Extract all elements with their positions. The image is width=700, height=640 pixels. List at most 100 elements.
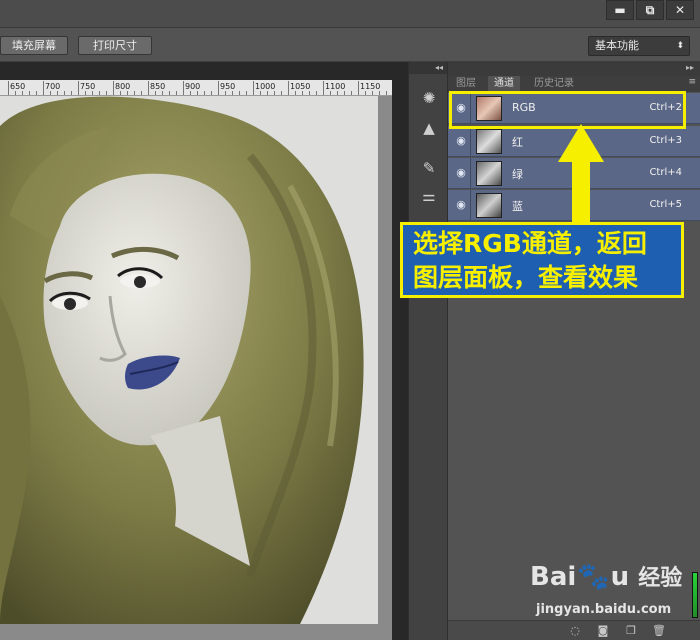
document-area: 650 700 750 800 850 900 950 1000 1050 1100 1150: [0, 62, 408, 640]
ruler-minor-tick: [29, 91, 30, 95]
brush-presets-icon[interactable]: ✎: [417, 156, 441, 180]
ruler-major-tick: [358, 81, 359, 95]
ruler-minor-tick: [106, 91, 107, 95]
ruler-major-tick: [8, 81, 9, 95]
baidu-jingyan-watermark: Bai🐾u 经验 jingyan.baidu.com: [530, 560, 683, 626]
options-bar: 填充屏幕 打印尺寸 基本功能 ⬍: [0, 28, 700, 62]
panel-scrollbar[interactable]: [692, 572, 698, 618]
channel-thumbnail-blue: [476, 193, 502, 218]
ruler-minor-tick: [134, 91, 135, 95]
visibility-eye-icon[interactable]: ◉: [454, 134, 468, 148]
divider: [470, 190, 471, 221]
collapse-icon[interactable]: ▸▸: [686, 63, 694, 72]
navigator-icon[interactable]: ✺: [417, 86, 441, 110]
histogram-icon[interactable]: ▲: [417, 116, 441, 140]
tab-channels[interactable]: 通道: [488, 76, 520, 92]
adjustments-icon[interactable]: ⚌: [417, 184, 441, 208]
channel-name: 蓝: [512, 200, 523, 213]
watermark-url: jingyan.baidu.com: [536, 602, 672, 617]
ruler-minor-tick: [372, 91, 373, 95]
scrollbar-thumb[interactable]: [693, 573, 697, 617]
ruler-minor-tick: [246, 91, 247, 95]
ruler-label: 1050: [290, 82, 311, 91]
ruler-minor-tick: [15, 91, 16, 95]
minimize-button[interactable]: ▬: [606, 0, 634, 20]
panel-tabs: 图层 通道 历史记录 ≡: [448, 76, 700, 92]
ruler-minor-tick: [337, 91, 338, 95]
ruler-major-tick: [43, 81, 44, 95]
ruler-minor-tick: [316, 91, 317, 95]
paw-icon: 🐾: [577, 562, 610, 592]
ruler-label: 1100: [325, 82, 346, 91]
ruler-minor-tick: [365, 91, 366, 95]
ruler-minor-tick: [92, 91, 93, 95]
ruler-minor-tick: [274, 91, 275, 95]
strip-collapse[interactable]: ◂◂: [409, 62, 447, 74]
close-button[interactable]: ✕: [666, 0, 694, 20]
ruler-label: 900: [185, 82, 201, 91]
ruler-minor-tick: [379, 91, 380, 95]
restore-button[interactable]: ⧉: [636, 0, 664, 20]
ruler-major-tick: [288, 81, 289, 95]
horizontal-ruler: 650 700 750 800 850 900 950 1000 1050 1100 1150: [0, 80, 392, 96]
print-size-button[interactable]: 打印尺寸: [78, 36, 152, 55]
load-selection-icon[interactable]: ◌: [568, 624, 582, 638]
trash-icon[interactable]: 🗑: [652, 624, 666, 638]
save-selection-icon[interactable]: ◙: [596, 624, 610, 638]
ruler-major-tick: [253, 81, 254, 95]
new-channel-icon[interactable]: ❐: [624, 624, 638, 638]
ruler-minor-tick: [386, 91, 387, 95]
ruler-label: 1000: [255, 82, 276, 91]
channel-shortcut: Ctrl+4: [649, 167, 682, 178]
ruler-minor-tick: [71, 91, 72, 95]
ruler-minor-tick: [302, 91, 303, 95]
workspace-select[interactable]: 基本功能 ⬍: [588, 36, 690, 56]
ruler-minor-tick: [36, 91, 37, 95]
ruler-minor-tick: [155, 91, 156, 95]
callout-line-1: 选择RGB通道，返回: [413, 229, 647, 258]
panel-header: ▸▸: [448, 62, 700, 76]
instruction-callout: 选择RGB通道，返回 图层面板，查看效果: [400, 222, 684, 298]
ruler-minor-tick: [99, 91, 100, 95]
title-bar: ▬ ⧉ ✕: [0, 0, 700, 28]
visibility-eye-icon[interactable]: ◉: [454, 198, 468, 212]
ruler-minor-tick: [225, 91, 226, 95]
ruler-minor-tick: [141, 91, 142, 95]
ruler-minor-tick: [85, 91, 86, 95]
ruler-major-tick: [183, 81, 184, 95]
ruler-minor-tick: [169, 91, 170, 95]
ruler-label: 800: [115, 82, 131, 91]
ruler-major-tick: [78, 81, 79, 95]
ruler-minor-tick: [344, 91, 345, 95]
ruler-major-tick: [148, 81, 149, 95]
ruler-minor-tick: [281, 91, 282, 95]
divider: [470, 126, 471, 157]
channel-name: 绿: [512, 168, 523, 181]
ruler-minor-tick: [267, 91, 268, 95]
ruler-major-tick: [113, 81, 114, 95]
ruler-minor-tick: [190, 91, 191, 95]
tab-history[interactable]: 历史记录: [528, 76, 580, 92]
ruler-label: 650: [10, 82, 26, 91]
ruler-minor-tick: [120, 91, 121, 95]
arrow-up-icon: [558, 124, 604, 226]
ruler-major-tick: [218, 81, 219, 95]
ruler-minor-tick: [57, 91, 58, 95]
ruler-minor-tick: [295, 91, 296, 95]
visibility-eye-icon[interactable]: ◉: [454, 166, 468, 180]
ruler-label: 950: [220, 82, 236, 91]
ruler-minor-tick: [22, 91, 23, 95]
ruler-minor-tick: [204, 91, 205, 95]
ruler-minor-tick: [127, 91, 128, 95]
channel-name: 红: [512, 136, 523, 149]
panel-menu-icon[interactable]: ≡: [688, 77, 696, 87]
fill-screen-button[interactable]: 填充屏幕: [0, 36, 68, 55]
watermark-logo: Bai🐾u 经验: [530, 562, 683, 592]
tab-layers[interactable]: 图层: [450, 76, 482, 92]
photo-canvas[interactable]: [0, 96, 378, 624]
chevron-down-icon: ⬍: [676, 41, 684, 51]
ruler-major-tick: [323, 81, 324, 95]
window-controls: ▬ ⧉ ✕: [606, 0, 694, 20]
divider: [470, 158, 471, 189]
channel-shortcut: Ctrl+5: [649, 199, 682, 210]
